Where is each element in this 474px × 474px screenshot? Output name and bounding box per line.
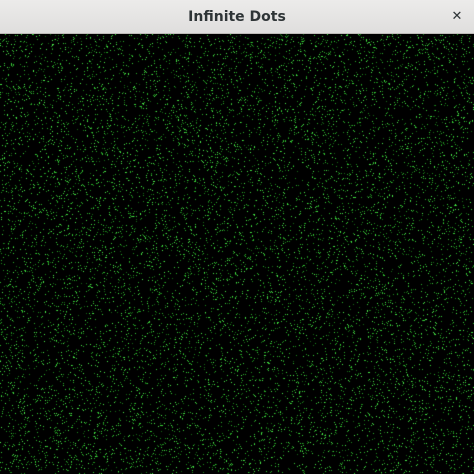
window-title: Infinite Dots: [188, 9, 286, 25]
dots-canvas[interactable]: [0, 34, 474, 474]
close-button[interactable]: ✕: [446, 6, 468, 28]
close-icon: ✕: [451, 9, 463, 24]
dots-canvas-area[interactable]: [0, 34, 474, 474]
titlebar[interactable]: Infinite Dots ✕: [0, 0, 474, 34]
app-window: Infinite Dots ✕: [0, 0, 474, 474]
